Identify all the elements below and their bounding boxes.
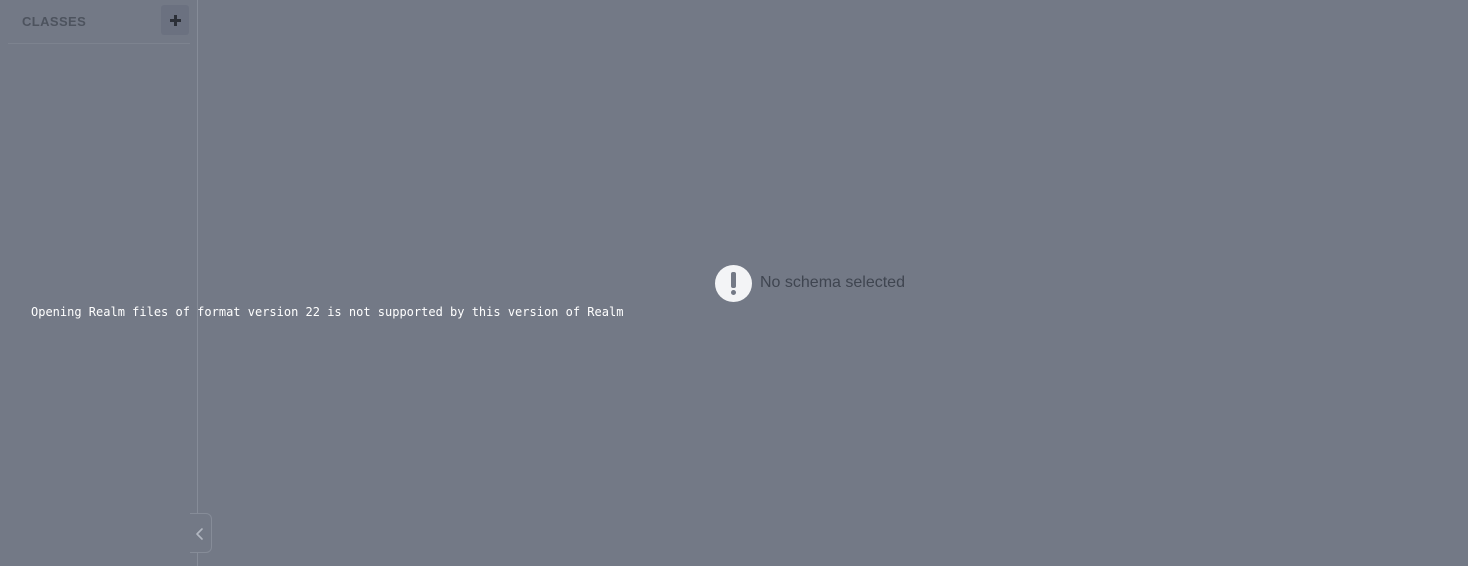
sidebar: CLASSES [0, 0, 198, 566]
exclamation-icon [715, 264, 752, 302]
chevron-left-icon [196, 528, 203, 540]
empty-state: No schema selected [715, 264, 905, 302]
add-class-button[interactable] [161, 5, 189, 35]
empty-state-text: No schema selected [760, 274, 905, 291]
sidebar-header: CLASSES [8, 0, 190, 44]
plus-icon-vertical [173, 14, 177, 26]
exclamation-icon-dot [731, 289, 736, 295]
sidebar-title: CLASSES [22, 14, 87, 29]
app-window: CLASSES No schema selected Opening Realm… [0, 0, 1468, 566]
exclamation-icon-bar [731, 271, 736, 288]
sidebar-collapse-button[interactable] [190, 513, 212, 553]
error-message: Opening Realm files of format version 22… [31, 305, 624, 319]
